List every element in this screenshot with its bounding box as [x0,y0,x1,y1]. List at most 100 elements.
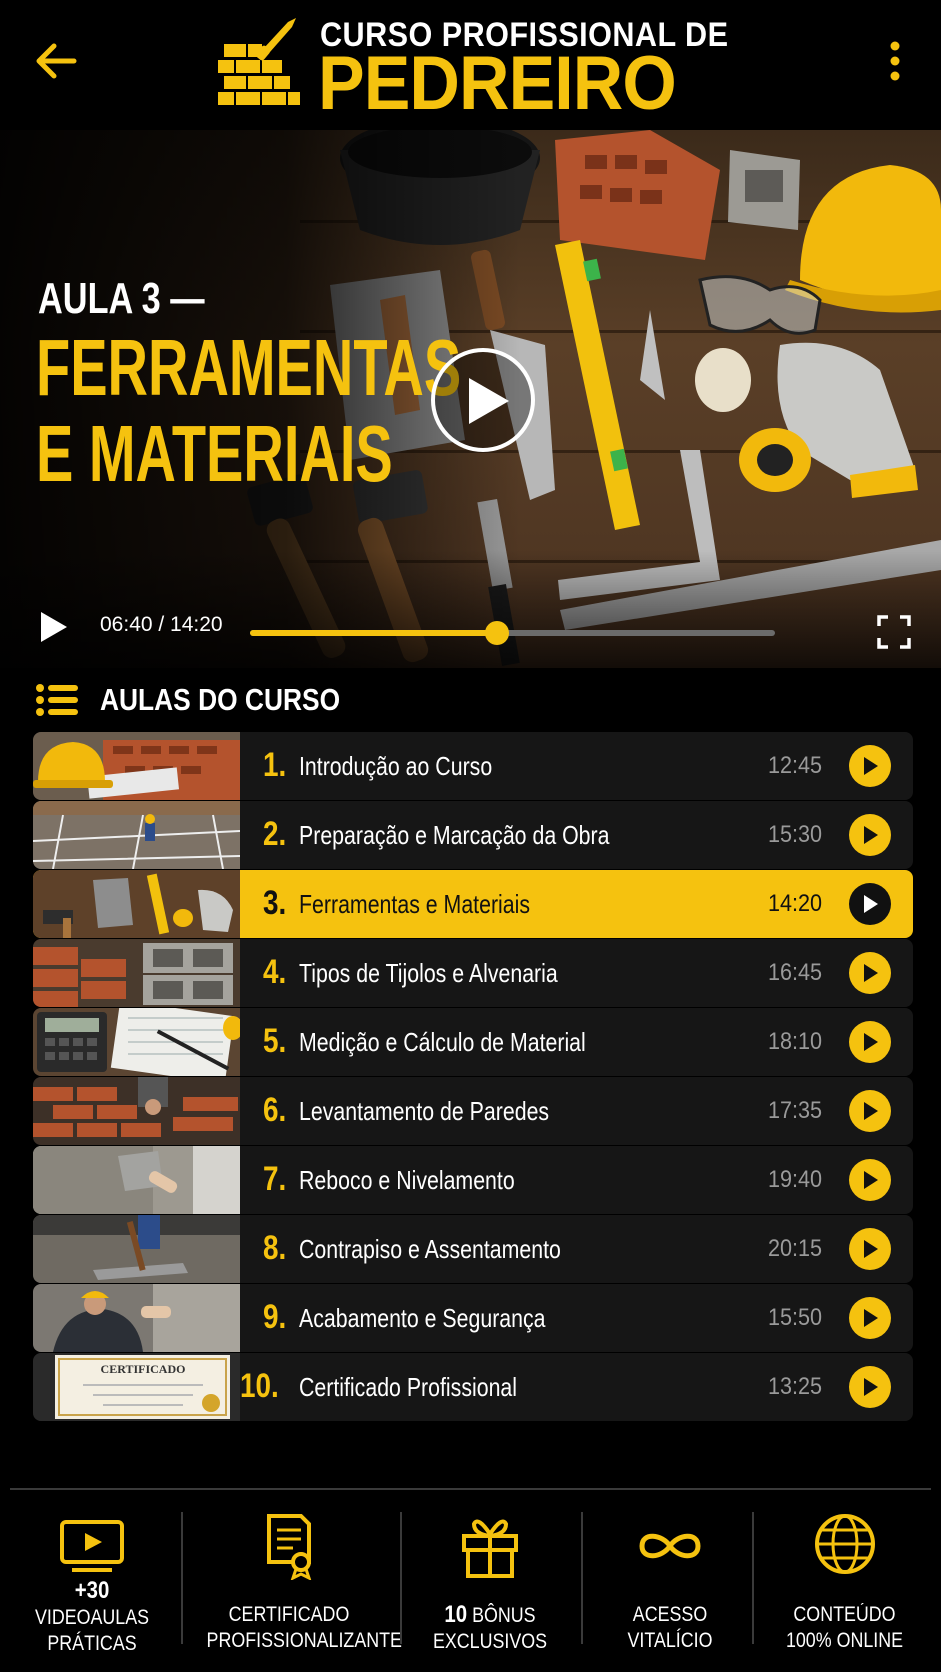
lesson-duration: 19:40 [768,1166,823,1193]
lesson-row-2[interactable]: 2. Preparação e Marcação da Obra 15:30 [33,801,913,869]
certificate-icon [267,1514,312,1580]
lesson-number: 4. [263,953,287,991]
play-icon [864,895,878,913]
lesson-row-4[interactable]: 4. Tipos de Tijolos e Alvenaria 16:45 [33,939,913,1007]
feature-label: 10 BÔNUS EXCLUSIVOS [424,1602,557,1655]
play-icon [864,1309,878,1327]
lesson-number: 7. [263,1160,287,1198]
lesson-thumbnail [33,939,240,1007]
lesson-play-button[interactable] [849,1228,891,1270]
video-player[interactable]: AULA 3 — FERRAMENTAS E MATERIAIS 06:40 /… [0,130,941,668]
feature-bonus: 10 BÔNUS EXCLUSIVOS [412,1512,568,1662]
play-pause-button[interactable] [38,610,70,644]
feature-acesso: ACESSO VITALÍCIO [590,1512,750,1662]
features-footer: +30 VIDEOAULAS PRÁTICAS CERTIFICADO PROF… [0,1488,941,1672]
play-icon [469,378,509,424]
lesson-play-button[interactable] [849,814,891,856]
lesson-play-button[interactable] [849,745,891,787]
list-icon [36,684,78,716]
feature-label: CERTIFICADO PROFISSIONALIZANTE [207,1602,402,1654]
playback-time: 06:40 / 14:20 [100,613,223,636]
lesson-row-6[interactable]: 6. Levantamento de Paredes 17:35 [33,1077,913,1145]
feature-label-line2: VIDEOAULAS [34,1606,150,1629]
current-lesson-title-line2: E MATERIAIS [36,409,393,498]
lesson-row-1[interactable]: 1. Introdução ao Curso 12:45 [33,732,913,800]
lesson-play-button[interactable] [849,952,891,994]
lesson-row-10[interactable]: CERTIFICADO 10. Certificado Profissional… [33,1353,913,1421]
lesson-duration: 17:35 [768,1097,823,1124]
more-options-button[interactable] [880,36,910,86]
lesson-title: Preparação e Marcação da Obra [299,820,610,850]
lesson-play-button[interactable] [849,883,891,925]
play-icon [864,1171,878,1189]
brand-title-line2: PEDREIRO [318,41,677,126]
current-lesson-label: AULA 3 — [38,274,205,323]
lesson-play-button[interactable] [849,1366,891,1408]
lesson-title: Reboco e Nivelamento [299,1165,515,1195]
feature-label-line3: PRÁTICAS [47,1632,137,1655]
feature-label: ACESSO VITALÍCIO [602,1602,738,1654]
current-lesson-title-line1: FERRAMENTAS [36,323,462,412]
lesson-thumbnail [33,732,240,800]
certificate-thumb-text: CERTIFICADO [101,1362,186,1376]
feature-label-line2: VITALÍCIO [627,1629,713,1652]
lesson-play-button[interactable] [849,1159,891,1201]
lesson-row-7[interactable]: 7. Reboco e Nivelamento 19:40 [33,1146,913,1214]
lesson-thumbnail [33,1215,240,1283]
feature-label-line1: ACESSO [632,1603,708,1626]
feature-label-line2: EXCLUSIVOS [432,1630,548,1653]
lesson-duration: 15:30 [768,821,823,848]
feature-label-text: BÔNUS [467,1604,536,1627]
back-button[interactable] [30,36,84,86]
globe-icon [814,1514,875,1574]
play-icon [864,1102,878,1120]
lesson-thumbnail [33,870,240,938]
feature-online: CONTEÚDO 100% ONLINE [762,1512,927,1662]
feature-separator [581,1512,583,1644]
feature-label-line1: CERTIFICADO [228,1603,350,1626]
current-lesson-title: FERRAMENTAS E MATERIAIS [36,325,461,497]
feature-label: +30 VIDEOAULAS PRÁTICAS [33,1578,152,1657]
progress-fill [250,630,497,636]
lesson-title: Ferramentas e Materiais [299,889,531,919]
feature-certificado: CERTIFICADO PROFISSIONALIZANTE [192,1512,402,1662]
feature-separator [752,1512,754,1644]
play-icon [864,757,878,775]
progress-bar[interactable] [250,621,775,645]
lesson-play-button[interactable] [849,1090,891,1132]
lesson-play-button[interactable] [849,1021,891,1063]
lesson-row-9[interactable]: 9. Acabamento e Segurança 15:50 [33,1284,913,1352]
more-vertical-icon [890,41,900,81]
lessons-section-title: AULAS DO CURSO [100,682,341,717]
lesson-title: Certificado Profissional [299,1372,518,1402]
app-header: CURSO PROFISSIONAL DE PEDREIRO [0,0,941,128]
arrow-left-icon [36,43,77,79]
lesson-thumbnail [33,1077,240,1145]
lesson-title: Contrapiso e Assentamento [299,1234,561,1264]
lesson-title: Introdução ao Curso [299,751,493,781]
feature-label-line1: CONTEÚDO [793,1603,896,1626]
fullscreen-icon [877,615,911,649]
lesson-row-3-active[interactable]: 3. Ferramentas e Materiais 14:20 [33,870,913,938]
feature-label-line1: +30 [33,1578,152,1605]
lesson-row-8[interactable]: 8. Contrapiso e Assentamento 20:15 [33,1215,913,1283]
feature-videoaulas: +30 VIDEOAULAS PRÁTICAS [22,1512,162,1662]
lesson-duration: 14:20 [768,890,823,917]
lesson-title: Tipos de Tijolos e Alvenaria [299,958,558,988]
lesson-duration: 13:25 [768,1373,823,1400]
fullscreen-button[interactable] [876,614,912,650]
center-play-button[interactable] [431,348,535,452]
progress-scrubber-handle[interactable] [484,621,509,645]
feature-label-line2: 100% ONLINE [785,1629,904,1652]
feature-count: 10 [444,1601,468,1628]
lesson-row-5[interactable]: 5. Medição e Cálculo de Material 18:10 [33,1008,913,1076]
feature-count: +30 [74,1577,110,1604]
lesson-number: 2. [263,815,287,853]
gift-icon [462,1519,518,1578]
lesson-duration: 20:15 [768,1235,823,1262]
play-icon [864,826,878,844]
lesson-title: Levantamento de Paredes [299,1096,550,1126]
lesson-play-button[interactable] [849,1297,891,1339]
lesson-duration: 18:10 [768,1028,823,1055]
lesson-number: 6. [263,1091,287,1129]
